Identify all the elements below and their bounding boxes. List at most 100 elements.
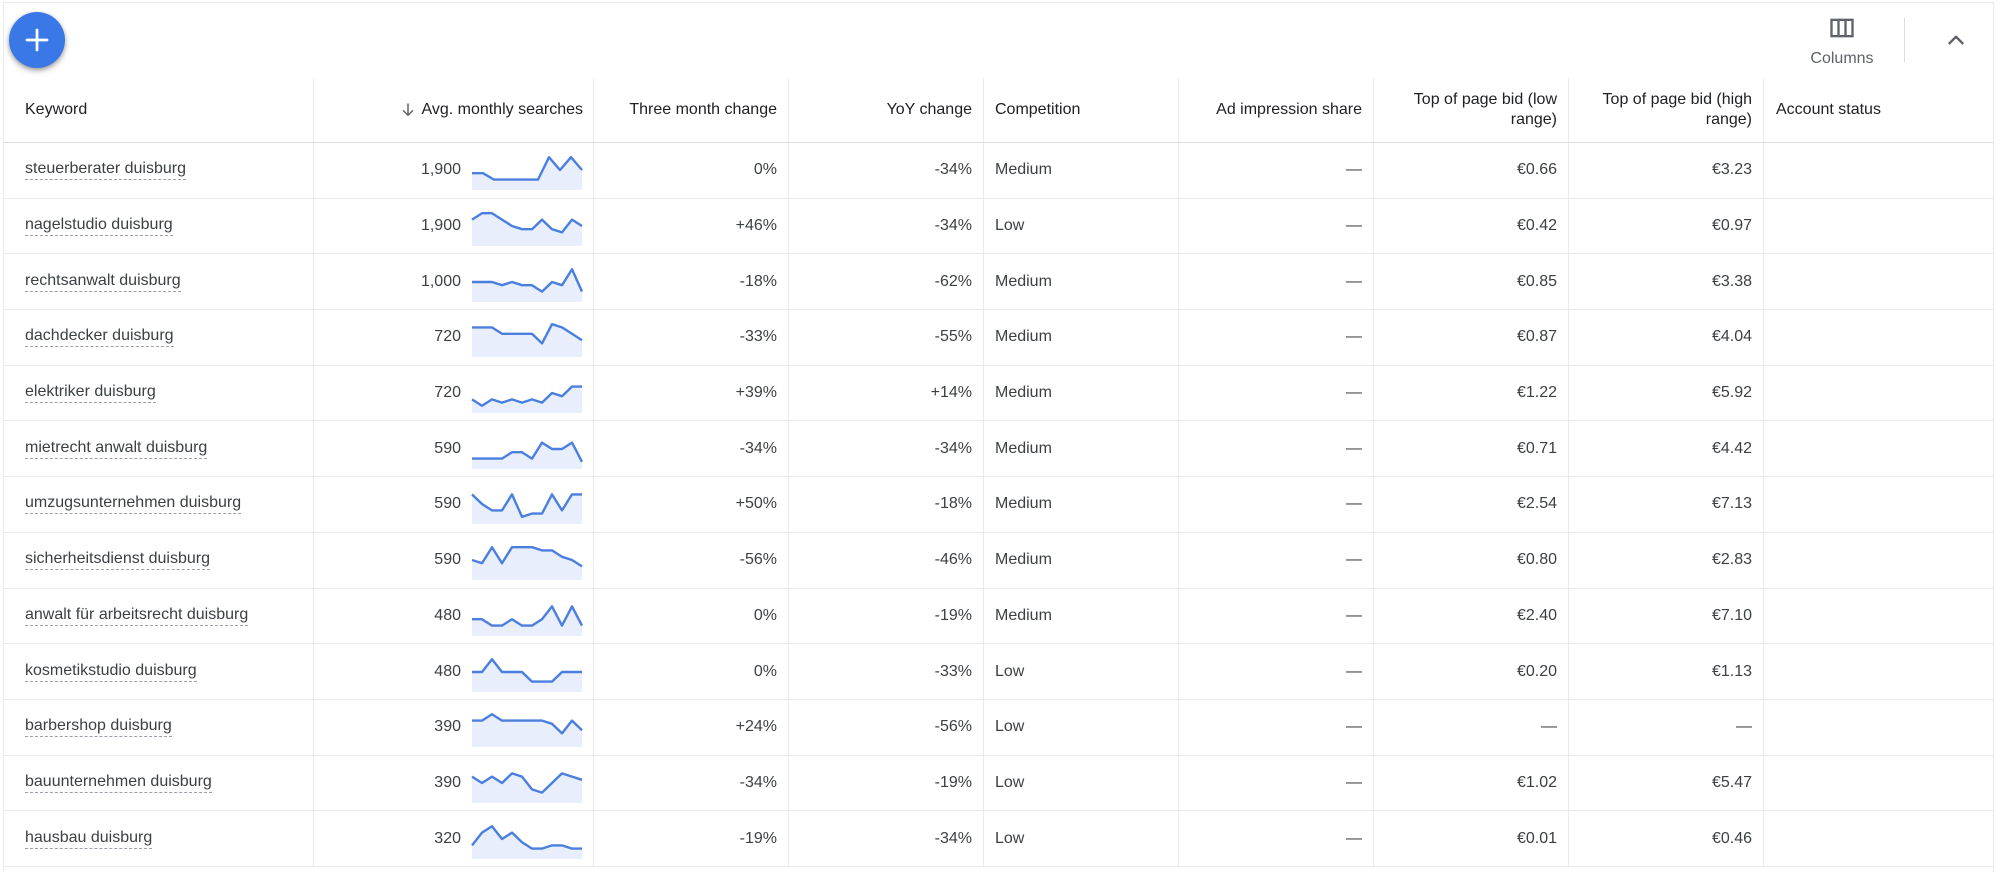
trend-sparkline[interactable] bbox=[471, 373, 583, 414]
bid-high-value: €5.47 bbox=[1711, 773, 1752, 791]
trend-sparkline[interactable] bbox=[471, 262, 583, 302]
columns-button[interactable]: Columns bbox=[1798, 12, 1886, 74]
three-month-change-value: -18% bbox=[739, 272, 777, 290]
bid-high-value: €3.38 bbox=[1711, 272, 1752, 290]
header-competition[interactable]: Competition bbox=[983, 78, 1178, 142]
plus-icon bbox=[25, 28, 49, 52]
competition-cell: Low bbox=[983, 644, 1178, 699]
avg-searches-value: 1,900 bbox=[420, 161, 461, 179]
keyword-link[interactable]: barbershop duisburg bbox=[25, 717, 172, 738]
bid-low-value: — bbox=[1541, 718, 1557, 736]
table-row[interactable]: sicherheitsdienst duisburg 590 -56% -46% Med… bbox=[3, 532, 1994, 589]
yoy-change-value: -55% bbox=[934, 328, 972, 346]
bid-low-value: €0.42 bbox=[1516, 217, 1557, 235]
competition-cell: Medium bbox=[983, 143, 1178, 198]
keyword-cell: anwalt für arbeitsrecht duisburg bbox=[3, 589, 313, 644]
header-top-bid-low[interactable]: Top of page bid (low range) bbox=[1373, 78, 1568, 142]
ad-share-cell: — bbox=[1178, 588, 1373, 644]
ad-share-cell: — bbox=[1178, 310, 1373, 365]
table-row[interactable]: bauunternehmen duisburg 390 -34% -19% Low — €1… bbox=[3, 755, 1994, 812]
yoy-change-cell: -34% bbox=[788, 811, 983, 866]
ad-share-cell: — bbox=[1178, 254, 1373, 310]
bid-low-value: €2.40 bbox=[1516, 606, 1557, 624]
header-yoy-change[interactable]: YoY change bbox=[788, 78, 983, 142]
three-month-change-value: 0% bbox=[753, 662, 777, 680]
bid-low-value: €1.02 bbox=[1516, 773, 1557, 791]
trend-sparkline[interactable] bbox=[471, 707, 583, 748]
header-account-status[interactable]: Account status bbox=[1763, 78, 1994, 142]
keyword-link[interactable]: rechtsanwalt duisburg bbox=[25, 272, 181, 292]
table-row[interactable]: umzugsunternehmen duisburg 590 +50% -18% Med… bbox=[3, 477, 1994, 533]
competition-value: Medium bbox=[995, 495, 1052, 513]
ad-share-value: — bbox=[1346, 439, 1362, 457]
table-row[interactable]: dachdecker duisburg 720 -33% -55% Medium — €0.… bbox=[3, 310, 1994, 366]
trend-sparkline[interactable] bbox=[471, 763, 583, 803]
keyword-link[interactable]: kosmetikstudio duisburg bbox=[25, 662, 197, 682]
bid-high-value: €3.23 bbox=[1711, 161, 1752, 179]
trend-sparkline[interactable] bbox=[471, 540, 583, 581]
arrow-down-icon bbox=[403, 103, 414, 116]
header-top-bid-high[interactable]: Top of page bid (high range) bbox=[1568, 78, 1763, 142]
keyword-link[interactable]: elektriker duisburg bbox=[25, 383, 156, 404]
keyword-link[interactable]: bauunternehmen duisburg bbox=[25, 773, 212, 793]
yoy-change-cell: -34% bbox=[788, 198, 983, 254]
keyword-cell: umzugsunternehmen duisburg bbox=[3, 477, 313, 532]
trend-sparkline[interactable] bbox=[471, 206, 583, 247]
bid-high-cell: €2.83 bbox=[1568, 532, 1763, 588]
table-row[interactable]: elektriker duisburg 720 +39% +14% Medium — €1.… bbox=[3, 365, 1994, 422]
competition-cell: Low bbox=[983, 811, 1178, 866]
trend-sparkline[interactable] bbox=[471, 429, 583, 469]
keyword-link[interactable]: mietrecht anwalt duisburg bbox=[25, 439, 208, 459]
avg-searches-cell: 390 bbox=[313, 755, 593, 811]
header-three-month-change[interactable]: Three month change bbox=[593, 78, 788, 142]
table-row[interactable]: barbershop duisburg 390 +24% -56% Low — — — bbox=[3, 699, 1994, 756]
trend-sparkline[interactable] bbox=[471, 652, 583, 692]
keyword-link[interactable]: sicherheitsdienst duisburg bbox=[25, 550, 210, 571]
header-keyword[interactable]: Keyword bbox=[3, 78, 313, 142]
table-row[interactable]: hausbau duisburg 320 -19% -34% Low — €0.01 €0.4… bbox=[3, 811, 1994, 867]
table-row[interactable]: mietrecht anwalt duisburg 590 -34% -34% Medi… bbox=[3, 421, 1994, 478]
bid-high-cell: €4.42 bbox=[1568, 421, 1763, 477]
ad-share-cell: — bbox=[1178, 198, 1373, 254]
keyword-link[interactable]: anwalt für arbeitsrecht duisburg bbox=[25, 606, 249, 626]
avg-searches-value: 720 bbox=[434, 384, 461, 402]
keyword-cell: mietrecht anwalt duisburg bbox=[3, 421, 313, 476]
keyword-link[interactable]: dachdecker duisburg bbox=[25, 327, 174, 348]
header-avg-monthly-searches[interactable]: Avg. monthly searches bbox=[313, 78, 593, 142]
collapse-button[interactable] bbox=[1936, 22, 1976, 58]
table-row[interactable]: rechtsanwalt duisburg 1,000 -18% -62% Medium… bbox=[3, 254, 1994, 311]
keyword-link[interactable]: umzugsunternehmen duisburg bbox=[25, 494, 242, 515]
keyword-link[interactable]: hausbau duisburg bbox=[25, 829, 153, 849]
yoy-change-value: -33% bbox=[934, 662, 972, 680]
avg-searches-value: 720 bbox=[434, 328, 461, 346]
trend-sparkline[interactable] bbox=[471, 819, 583, 859]
account-status-cell bbox=[1763, 421, 1994, 477]
table-row[interactable]: nagelstudio duisburg 1,900 +46% -34% Low — €0.… bbox=[3, 198, 1994, 255]
table-row[interactable]: steuerberater duisburg 1,900 0% -34% Medium —… bbox=[3, 143, 1994, 199]
account-status-cell bbox=[1763, 755, 1994, 811]
ad-share-value: — bbox=[1346, 606, 1362, 624]
bid-low-value: €0.66 bbox=[1516, 161, 1557, 179]
trend-sparkline[interactable] bbox=[471, 317, 583, 358]
competition-value: Low bbox=[995, 829, 1025, 847]
competition-value: Medium bbox=[995, 272, 1052, 290]
competition-cell: Medium bbox=[983, 310, 1178, 365]
bid-high-cell: €3.23 bbox=[1568, 143, 1763, 198]
three-month-change-cell: 0% bbox=[593, 143, 788, 198]
trend-sparkline[interactable] bbox=[471, 150, 583, 191]
competition-value: Low bbox=[995, 217, 1025, 235]
trend-sparkline[interactable] bbox=[471, 484, 583, 525]
keyword-link[interactable]: steuerberater duisburg bbox=[25, 160, 186, 181]
avg-searches-cell: 320 bbox=[313, 811, 593, 866]
table-row[interactable]: anwalt für arbeitsrecht duisburg 480 0% -19… bbox=[3, 588, 1994, 645]
bid-low-cell: €0.42 bbox=[1373, 198, 1568, 254]
keyword-link[interactable]: nagelstudio duisburg bbox=[25, 216, 173, 237]
trend-sparkline[interactable] bbox=[471, 596, 583, 636]
table-row[interactable]: kosmetikstudio duisburg 480 0% -33% Low — €0.2… bbox=[3, 644, 1994, 700]
bid-high-value: €4.04 bbox=[1711, 328, 1752, 346]
header-ad-impression-share[interactable]: Ad impression share bbox=[1178, 78, 1373, 142]
bid-low-value: €0.87 bbox=[1516, 328, 1557, 346]
add-keyword-button[interactable] bbox=[9, 12, 65, 68]
account-status-cell bbox=[1763, 588, 1994, 644]
three-month-change-value: 0% bbox=[753, 161, 777, 179]
